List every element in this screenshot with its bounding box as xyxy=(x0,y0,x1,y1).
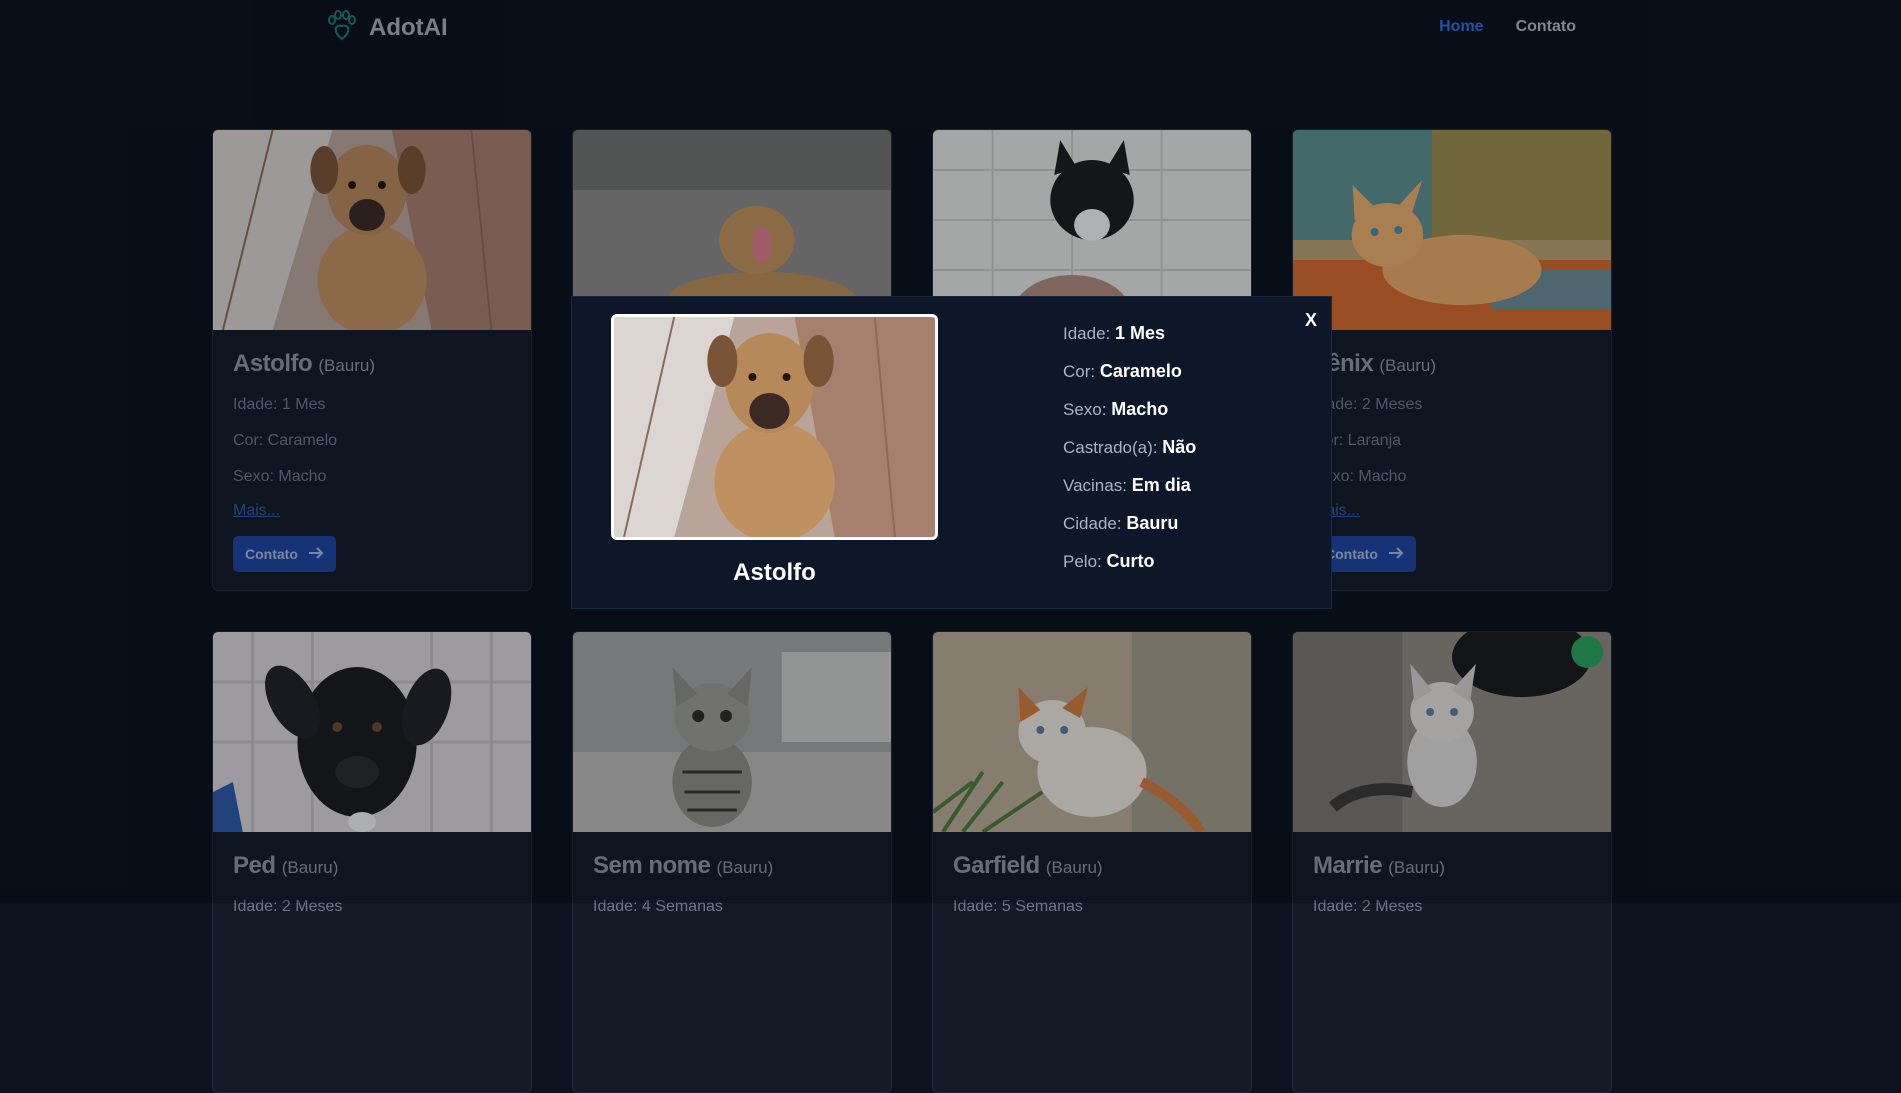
detail-row-pelo: Pelo: Curto xyxy=(1063,551,1196,589)
detail-row-cor: Cor: Caramelo xyxy=(1063,361,1196,399)
detail-value: Em dia xyxy=(1131,475,1191,495)
detail-label: Vacinas: xyxy=(1063,476,1127,495)
detail-row-cidade: Cidade: Bauru xyxy=(1063,513,1196,551)
detail-label: Castrado(a): xyxy=(1063,438,1158,457)
detail-value: Não xyxy=(1162,437,1197,457)
detail-value: 1 Mes xyxy=(1115,323,1166,343)
detail-value: Macho xyxy=(1111,399,1169,419)
detail-row-idade: Idade: 1 Mes xyxy=(1063,323,1196,361)
detail-value: Curto xyxy=(1106,551,1155,571)
detail-label: Sexo: xyxy=(1063,400,1107,419)
modal-pet-photo xyxy=(611,314,938,540)
pet-detail-modal: Astolfo X Idade: 1 Mes Cor: Caramelo Sex… xyxy=(571,296,1332,609)
detail-label: Cidade: xyxy=(1063,514,1122,533)
detail-value: Bauru xyxy=(1126,513,1179,533)
modal-pet-name: Astolfo xyxy=(733,559,816,586)
modal-details: Idade: 1 Mes Cor: Caramelo Sexo: Macho C… xyxy=(1063,323,1196,589)
detail-value: Caramelo xyxy=(1099,361,1182,381)
detail-label: Pelo: xyxy=(1063,552,1102,571)
detail-label: Cor: xyxy=(1063,362,1096,381)
detail-row-castrado: Castrado(a): Não xyxy=(1063,437,1196,475)
detail-row-vacinas: Vacinas: Em dia xyxy=(1063,475,1196,513)
detail-row-sexo: Sexo: Macho xyxy=(1063,399,1196,437)
detail-label: Idade: xyxy=(1063,324,1111,343)
close-button[interactable]: X xyxy=(1305,310,1317,331)
